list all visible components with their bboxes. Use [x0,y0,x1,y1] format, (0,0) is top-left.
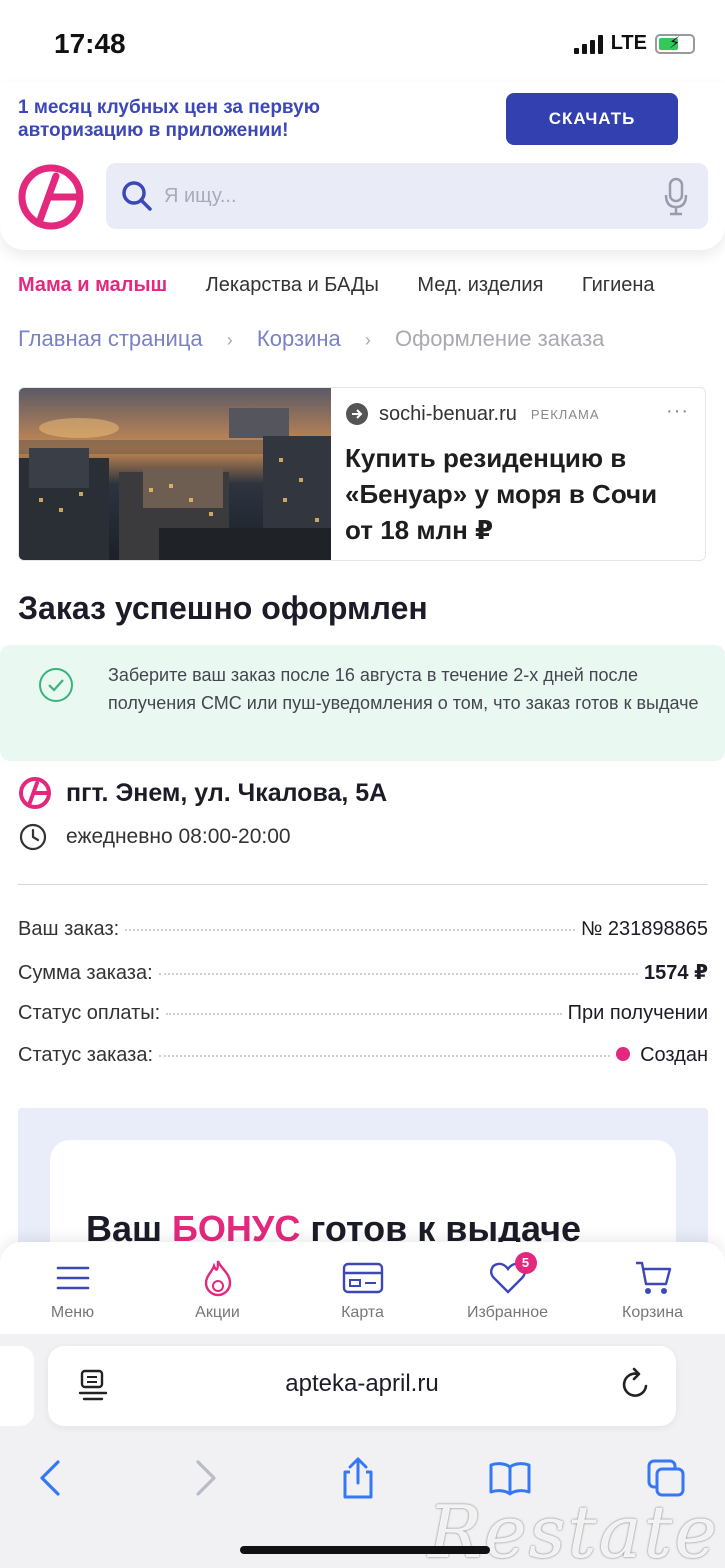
network-label: LTE [610,32,647,54]
download-app-button[interactable]: СКАЧАТЬ [506,93,678,145]
opening-hours: ежедневно 08:00-20:00 [18,822,291,852]
ad-source: sochi-benuar.ru РЕКЛАМА [345,402,600,426]
check-circle-icon [38,667,74,708]
address-bar[interactable]: apteka-april.ru [48,1346,676,1426]
menu-icon [8,1258,138,1298]
favorites-count-badge: 5 [514,1252,537,1274]
pickup-location: пгт. Энем, ул. Чкалова, 5А [18,776,387,810]
heart-icon [443,1258,573,1298]
order-status-row: Статус заказа: Создан [18,1044,708,1086]
ad-image[interactable] [19,388,331,560]
tab-promotions[interactable]: Акции [153,1242,283,1322]
battery-icon: ⚡ [655,33,695,54]
clock-icon [19,823,47,851]
order-number: № 231898865 [580,918,708,940]
promo-text: 1 месяц клубных цен за первую авторизаци… [18,97,320,141]
page-title: Заказ успешно оформлен [18,590,428,626]
card-icon [298,1258,428,1298]
tab-favorites[interactable]: 5 Избранное [443,1242,573,1322]
search-icon[interactable] [120,179,154,218]
microphone-icon[interactable] [664,177,688,222]
payment-status-row: Статус оплаты: При получении [18,1002,708,1044]
detail-label: Ваш заказ: [18,918,120,940]
more-options-icon[interactable]: ··· [666,400,689,423]
status-indicators: LTE ⚡ [573,32,695,55]
order-total-row: Сумма заказа: 1574 ₽ [18,960,708,1002]
previous-tab[interactable] [0,1346,34,1426]
tab-cart[interactable]: Корзина [588,1242,718,1322]
tab-card[interactable]: Карта [298,1242,428,1322]
breadcrumb: Главная страница › Корзина › Оформление … [18,326,725,358]
order-number-row: Ваш заказ: № 231898865 [18,918,708,960]
pickup-info-banner: Заберите ваш заказ после 16 августа в те… [0,645,725,761]
site-header: 1 месяц клубных цен за первую авторизаци… [0,82,725,250]
order-total: 1574 ₽ [644,962,708,984]
tab-menu[interactable]: Меню [8,1242,138,1322]
flame-icon [153,1258,283,1298]
order-status: Создан [640,1044,708,1066]
reload-icon[interactable] [620,1366,652,1407]
status-bar: 17:48 LTE ⚡ [0,0,725,88]
search-box[interactable] [106,163,708,229]
detail-label: Статус оплаты: [18,1002,161,1024]
april-pin-icon [19,777,51,809]
detail-label: Статус заказа: [18,1044,154,1066]
arrow-right-circle-icon [346,403,368,425]
april-logo-icon[interactable] [18,164,84,230]
pickup-address: пгт. Энем, ул. Чкалова, 5А [66,778,388,807]
pickup-info-text: Заберите ваш заказ после 16 августа в те… [108,665,699,713]
chevron-right-icon: › [364,330,371,350]
home-indicator [240,1546,490,1554]
ad-banner[interactable]: sochi-benuar.ru РЕКЛАМА ··· Купить резид… [18,387,706,561]
bottom-tab-bar: Меню Акции Карта 5 Избранное Корзина [0,1242,725,1334]
ad-title[interactable]: Купить резиденцию в «Бенуар» у моря в Со… [345,440,685,548]
cart-icon [588,1258,718,1298]
forward-icon[interactable] [176,1448,236,1508]
detail-label: Сумма заказа: [18,962,153,984]
divider [18,884,708,885]
ad-label: РЕКЛАМА [530,406,600,422]
chevron-right-icon: › [226,330,233,350]
back-icon[interactable] [20,1448,80,1508]
signal-icon [573,34,603,54]
breadcrumb-cart[interactable]: Корзина [257,326,341,351]
payment-status: При получении [567,1002,708,1024]
status-time: 17:48 [54,28,126,59]
share-icon[interactable] [328,1448,388,1508]
order-details: Ваш заказ: № 231898865 Сумма заказа: 157… [18,918,708,1086]
category-nav: Мама и малыш Лекарства и БАДы Мед. издел… [18,274,725,304]
search-input[interactable] [164,177,644,215]
category-mama-i-malysh[interactable]: Мама и малыш [18,274,167,297]
ad-domain[interactable]: sochi-benuar.ru [379,403,517,426]
watermark: Restate [427,1490,719,1568]
category-lekarstva[interactable]: Лекарства и БАДы [206,274,379,297]
category-med-izdeliya[interactable]: Мед. изделия [417,274,543,297]
breadcrumb-home[interactable]: Главная страница [18,326,203,351]
breadcrumb-checkout: Оформление заказа [394,326,605,351]
status-dot-icon [616,1047,631,1061]
url-text[interactable]: apteka-april.ru [48,1370,676,1398]
opening-hours-text: ежедневно 08:00-20:00 [66,825,291,848]
category-gigiena[interactable]: Гигиена [582,274,655,297]
